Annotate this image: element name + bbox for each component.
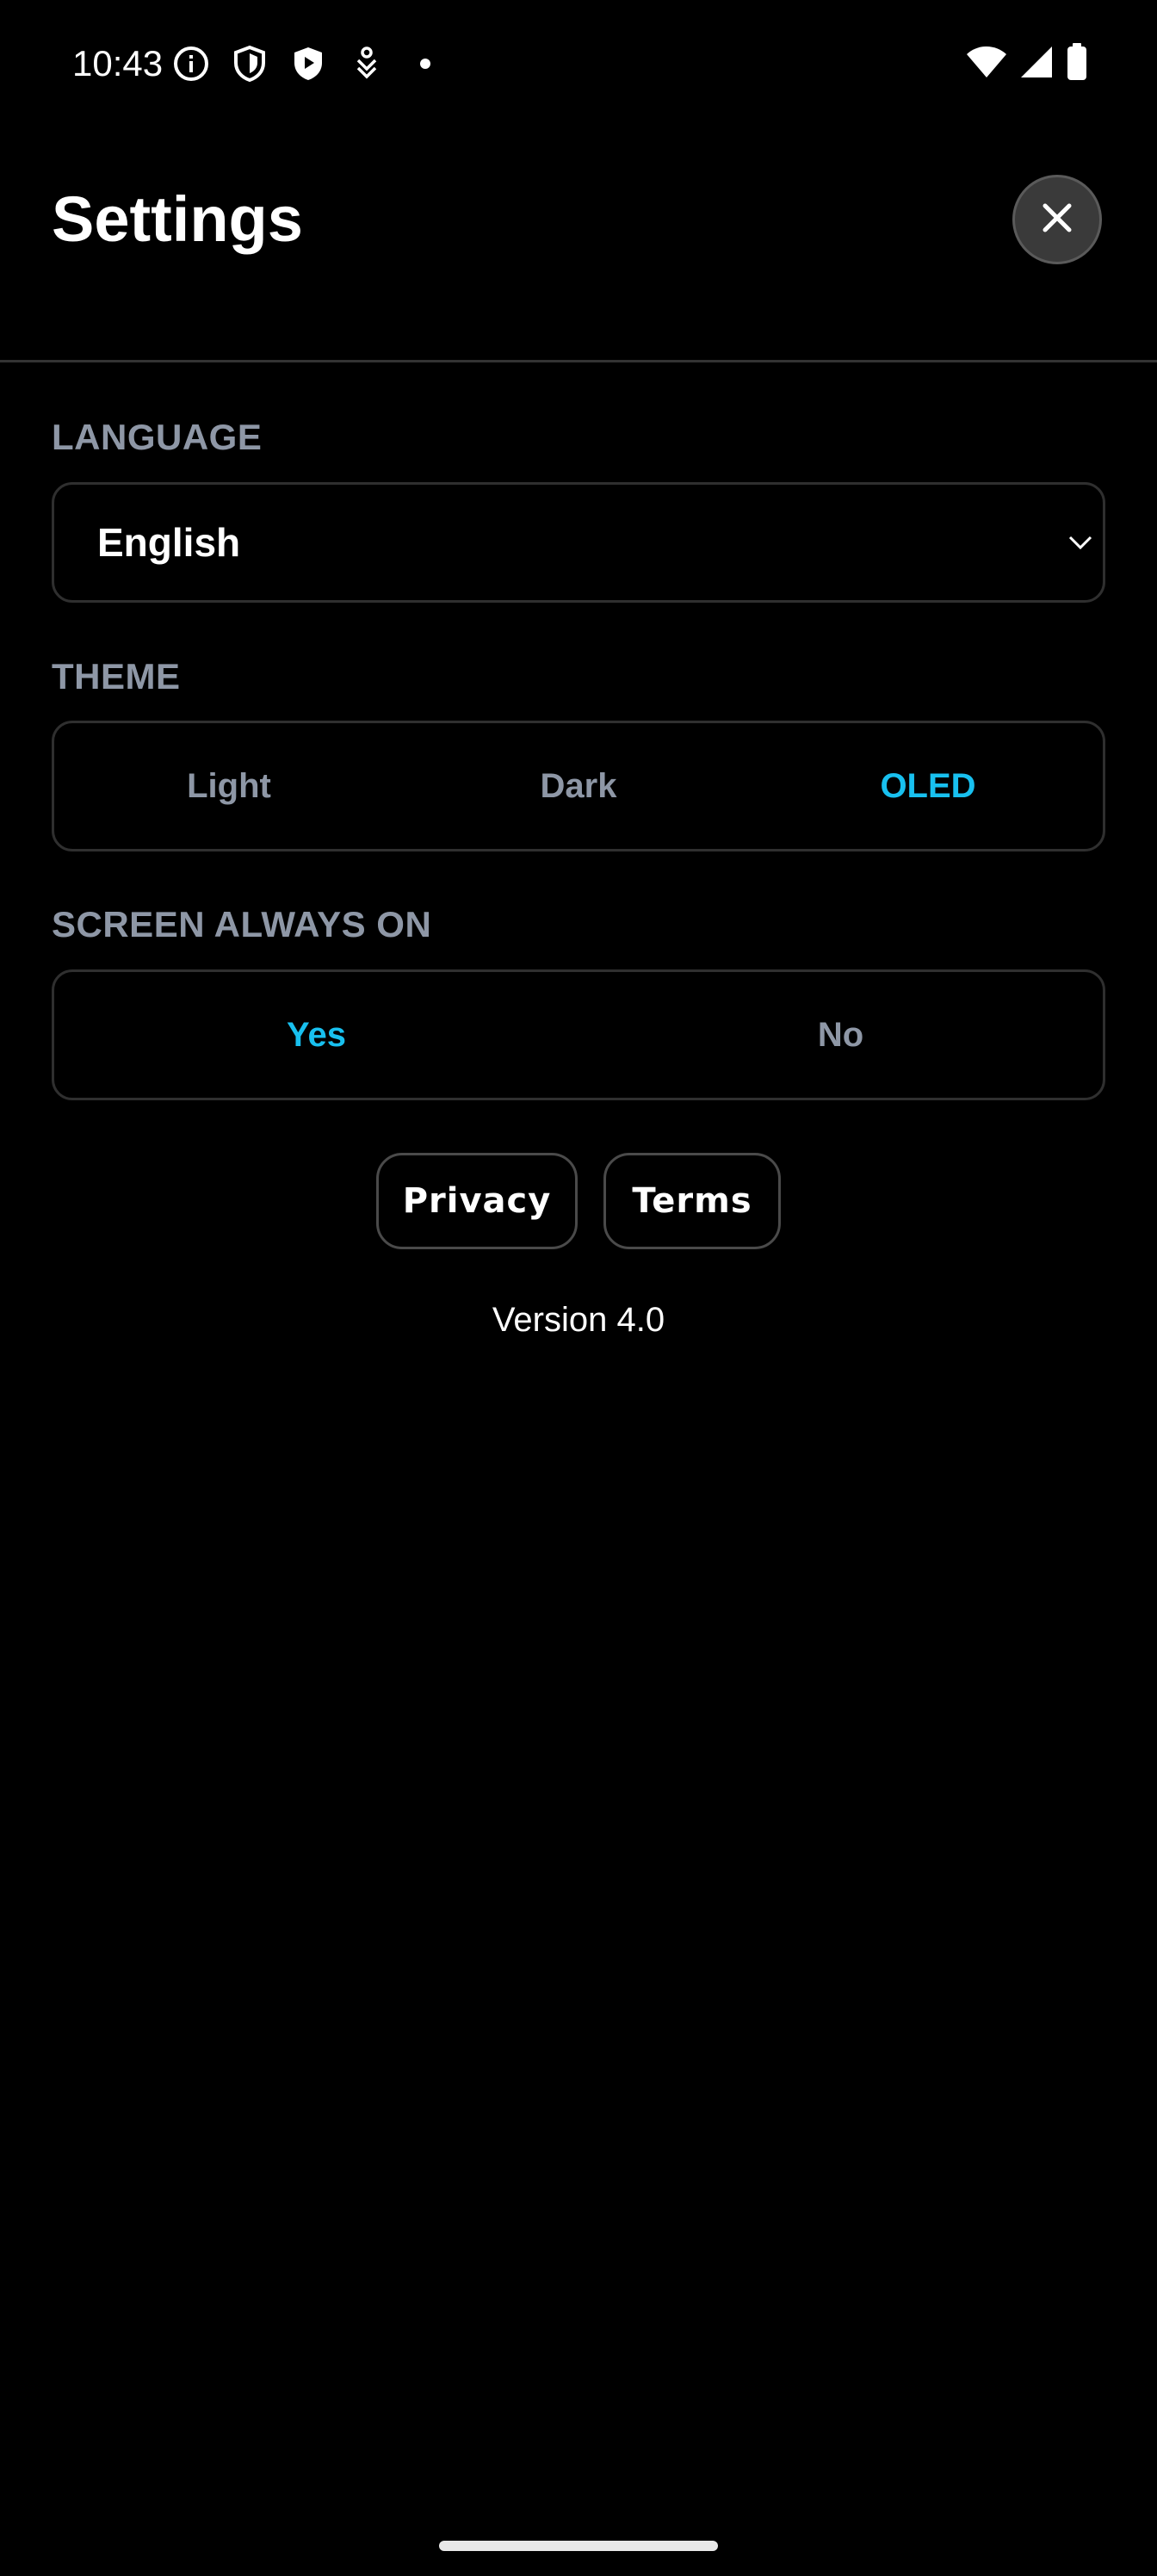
status-notification-icons xyxy=(170,43,446,84)
privacy-button[interactable]: Privacy xyxy=(376,1153,578,1249)
screen-always-on-option-yes[interactable]: Yes xyxy=(54,972,578,1098)
theme-selector: Light Dark OLED xyxy=(52,721,1105,851)
cellular-signal-icon xyxy=(1019,45,1054,84)
status-system-icons xyxy=(966,42,1088,85)
info-icon xyxy=(170,43,212,84)
status-bar: 10:43 xyxy=(0,0,1157,129)
chevron-down-icon xyxy=(1065,526,1096,557)
footer-links: Privacy Terms xyxy=(0,1153,1157,1249)
language-selected-value: English xyxy=(97,520,241,565)
screen-always-on-label: SCREEN ALWAYS ON xyxy=(52,904,432,944)
settings-header: Settings xyxy=(0,129,1157,362)
close-button[interactable] xyxy=(1012,175,1102,264)
screen-always-on-selector: Yes No xyxy=(52,969,1105,1100)
theme-option-dark[interactable]: Dark xyxy=(404,723,753,849)
page-title: Settings xyxy=(52,183,303,255)
dot-icon xyxy=(405,43,446,84)
theme-option-oled[interactable]: OLED xyxy=(753,723,1103,849)
status-time: 10:43 xyxy=(72,43,164,84)
shield-icon xyxy=(229,43,270,84)
language-select[interactable]: English xyxy=(52,482,1105,603)
wifi-icon xyxy=(966,45,1007,84)
home-indicator[interactable] xyxy=(439,2541,718,2551)
language-label: LANGUAGE xyxy=(52,417,263,457)
theme-option-light[interactable]: Light xyxy=(54,723,404,849)
header-divider xyxy=(0,360,1157,362)
terms-button[interactable]: Terms xyxy=(603,1153,781,1249)
screen-always-on-option-no[interactable]: No xyxy=(578,972,1103,1098)
version-text: Version 4.0 xyxy=(492,1301,665,1339)
theme-label: THEME xyxy=(52,656,181,697)
battery-icon xyxy=(1066,42,1088,85)
download-icon xyxy=(346,43,387,84)
close-icon xyxy=(1042,202,1073,238)
play-shield-icon xyxy=(288,43,329,84)
